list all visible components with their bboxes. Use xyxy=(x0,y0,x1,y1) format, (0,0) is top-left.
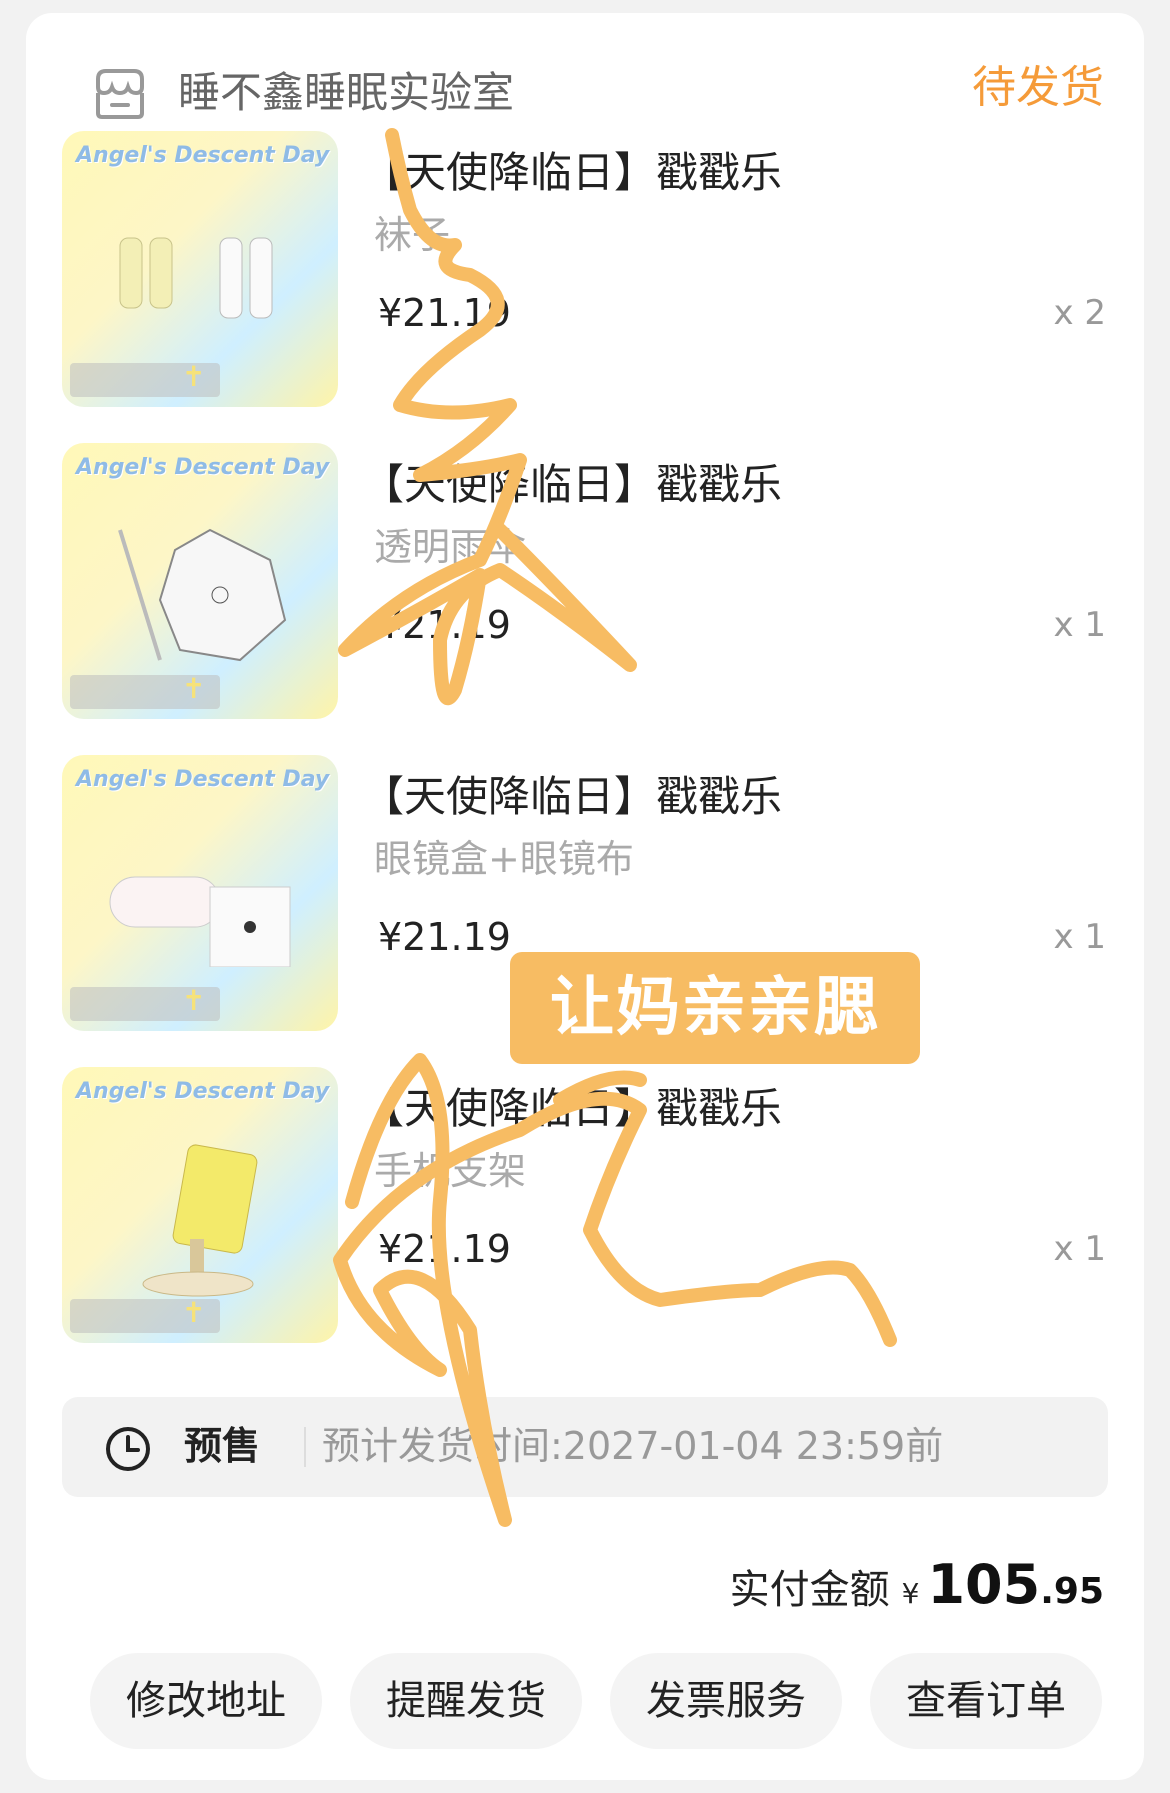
item-variant: 眼镜盒+眼镜布 xyxy=(374,837,634,881)
socks-graphic xyxy=(119,237,273,319)
presale-bar: 预售 预计发货时间:2027-01-04 23:59前 xyxy=(62,1397,1108,1497)
total-amount-integer: 105 xyxy=(927,1553,1041,1616)
order-item[interactable]: Angel's Descent Day ✝ 【天使降临日】戳戳乐 透明雨伞 ¥2… xyxy=(62,443,1142,723)
thumb-logo: Angel's Descent Day xyxy=(76,1079,330,1104)
cross-icon: ✝ xyxy=(182,360,206,393)
order-item[interactable]: Angel's Descent Day ✝ 【天使降临日】戳戳乐 袜子 ¥21.… xyxy=(62,131,1142,411)
view-order-button[interactable]: 查看订单 xyxy=(870,1653,1102,1749)
clock-icon xyxy=(106,1427,150,1471)
remind-shipping-button[interactable]: 提醒发货 xyxy=(350,1653,582,1749)
umbrella-product-image[interactable]: Angel's Descent Day ✝ xyxy=(62,443,338,719)
umbrella-graphic xyxy=(118,528,287,661)
item-title: 【天使降临日】戳戳乐 xyxy=(362,772,783,821)
socks-product-image[interactable]: Angel's Descent Day ✝ xyxy=(62,131,338,407)
item-quantity: x 1 xyxy=(1053,605,1106,645)
store-header[interactable]: 睡不鑫睡眠实验室 待发货 xyxy=(66,53,1104,133)
phone-stand-product-image[interactable]: Angel's Descent Day ✝ xyxy=(62,1067,338,1343)
store-icon xyxy=(96,69,144,119)
total-label: 实付金额 xyxy=(729,1567,890,1613)
store-name[interactable]: 睡不鑫睡眠实验室 xyxy=(178,63,514,123)
item-title: 【天使降临日】戳戳乐 xyxy=(362,1084,783,1133)
item-variant: 透明雨伞 xyxy=(374,525,527,569)
thumb-logo: Angel's Descent Day xyxy=(76,767,330,792)
presale-label: 预售 xyxy=(184,1424,261,1468)
item-price: ¥21.19 xyxy=(378,291,511,335)
glasses-case-product-image[interactable]: Angel's Descent Day ✝ xyxy=(62,755,338,1031)
estimated-shipping-time: 预计发货时间:2027-01-04 23:59前 xyxy=(322,1424,944,1468)
total-paid: 实付金额 ¥ 105 .95 xyxy=(730,1553,1104,1623)
item-quantity: x 1 xyxy=(1053,917,1106,957)
item-price: ¥21.19 xyxy=(378,1227,511,1271)
item-price: ¥21.19 xyxy=(378,915,511,959)
currency-symbol: ¥ xyxy=(901,1577,920,1610)
order-card: 睡不鑫睡眠实验室 待发货 Angel's Descent Day ✝ 【天使降临… xyxy=(26,13,1144,1780)
modify-address-button[interactable]: 修改地址 xyxy=(90,1653,322,1749)
item-title: 【天使降临日】戳戳乐 xyxy=(362,460,783,509)
divider xyxy=(304,1427,306,1467)
order-status: 待发货 xyxy=(972,62,1104,113)
item-variant: 手机支架 xyxy=(374,1149,527,1193)
cross-icon: ✝ xyxy=(182,1296,206,1329)
item-variant: 袜子 xyxy=(374,213,451,257)
invoice-service-button[interactable]: 发票服务 xyxy=(610,1653,842,1749)
handwritten-sticker: 让妈亲亲腮 xyxy=(510,952,920,1064)
order-item[interactable]: Angel's Descent Day ✝ 【天使降临日】戳戳乐 手机支架 ¥2… xyxy=(62,1067,1142,1347)
thumb-logo: Angel's Descent Day xyxy=(76,143,330,168)
item-quantity: x 2 xyxy=(1053,293,1106,333)
item-price: ¥21.19 xyxy=(378,603,511,647)
item-quantity: x 1 xyxy=(1053,1229,1106,1269)
phone-stand-graphic xyxy=(142,1144,258,1297)
thumb-logo: Angel's Descent Day xyxy=(76,455,330,480)
total-amount-decimal: .95 xyxy=(1040,1571,1104,1612)
cross-icon: ✝ xyxy=(182,672,206,705)
glasses-case-graphic xyxy=(109,876,291,967)
item-title: 【天使降临日】戳戳乐 xyxy=(362,148,783,197)
cross-icon: ✝ xyxy=(182,984,206,1017)
